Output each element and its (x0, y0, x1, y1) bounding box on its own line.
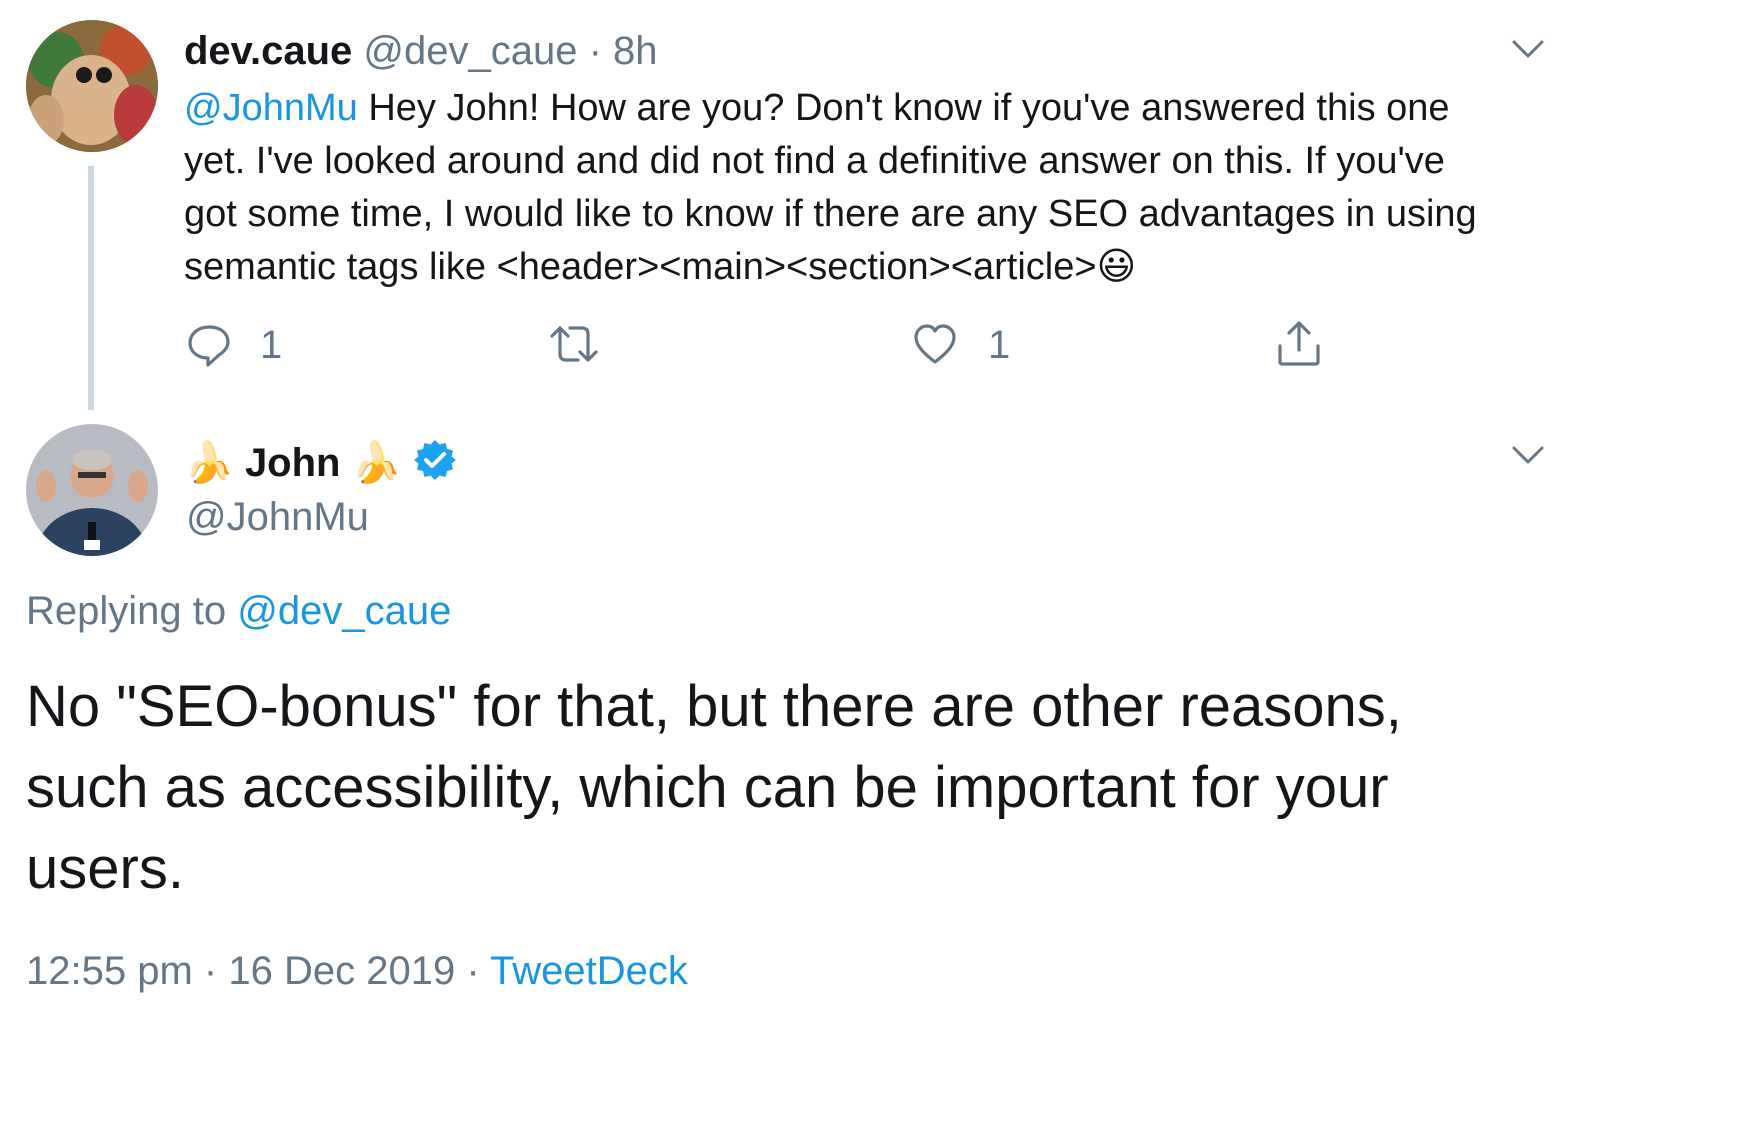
avatar-dev-caue[interactable] (26, 20, 158, 152)
parent-tweet-header: dev.caue @dev_caue · 8h (184, 28, 658, 74)
share-button[interactable] (1276, 320, 1322, 368)
like-count: 1 (988, 323, 1011, 367)
reply-tweet-name-row: 🍌 John 🍌 (184, 438, 457, 487)
replying-to-label: Replying to (26, 589, 227, 633)
tweet-date[interactable]: 16 Dec 2019 (228, 949, 455, 993)
reply-icon (188, 325, 230, 367)
parent-display-name[interactable]: dev.caue (184, 29, 352, 73)
retweet-icon (550, 326, 598, 362)
avatar-photo-image (26, 424, 158, 556)
reply-text-line-2: such as accessibility, which can be impo… (26, 755, 1389, 820)
reply-handle[interactable]: @JohnMu (186, 494, 369, 540)
tweet-client-link[interactable]: TweetDeck (490, 949, 688, 993)
reply-menu-button[interactable] (1508, 440, 1548, 470)
mention-link[interactable]: @JohnMu (184, 87, 358, 129)
verified-badge-icon (413, 440, 456, 480)
tweet-time[interactable]: 12:55 pm (26, 949, 193, 993)
tweet-meta: 12:55 pm · 16 Dec 2019 · TweetDeck (26, 948, 688, 994)
reply-tweet-text: No "SEO-bonus" for that, but there are o… (26, 666, 1726, 909)
parent-text-line-2: yet. I've looked around and did not find… (184, 140, 1445, 182)
parent-menu-button[interactable] (1508, 34, 1548, 64)
replying-to-handle[interactable]: @dev_caue (237, 589, 451, 633)
meta-separator-1: · (203, 949, 218, 993)
banana-emoji-left: 🍌 (184, 441, 234, 485)
thread-line (88, 166, 94, 410)
reply-count: 1 (260, 323, 283, 367)
avatar-johnmu[interactable] (26, 424, 158, 556)
reply-button[interactable] (186, 322, 232, 368)
chevron-down-icon (1512, 40, 1544, 58)
heart-icon (914, 324, 956, 364)
like-button[interactable] (912, 322, 958, 368)
parent-tweet-text: @JohnMu Hey John! How are you? Don't kno… (184, 82, 1564, 294)
parent-separator: · (588, 29, 602, 73)
reply-display-name[interactable]: John (245, 441, 341, 485)
banana-emoji-right: 🍌 (351, 441, 402, 485)
retweet-button[interactable] (548, 322, 600, 368)
parent-text-line-1: @JohnMu Hey John! How are you? Don't kno… (184, 87, 1450, 129)
replying-to: Replying to @dev_caue (26, 588, 451, 634)
share-icon (1278, 321, 1320, 366)
meta-separator-2: · (466, 949, 480, 993)
parent-text-line-4: semantic tags like <header><main><sectio… (184, 246, 1137, 288)
grinning-emoji: 😃 (1096, 246, 1137, 288)
chevron-down-icon (1512, 446, 1544, 464)
reply-text-line-1: No "SEO-bonus" for that, but there are o… (26, 674, 1402, 739)
parent-handle[interactable]: @dev_caue (363, 29, 577, 73)
parent-time[interactable]: 8h (613, 29, 658, 73)
avatar-art-image (26, 20, 158, 152)
verified-badge (413, 438, 457, 482)
parent-text-line-3: got some time, I would like to know if t… (184, 193, 1477, 235)
reply-text-line-3: users. (26, 836, 184, 901)
